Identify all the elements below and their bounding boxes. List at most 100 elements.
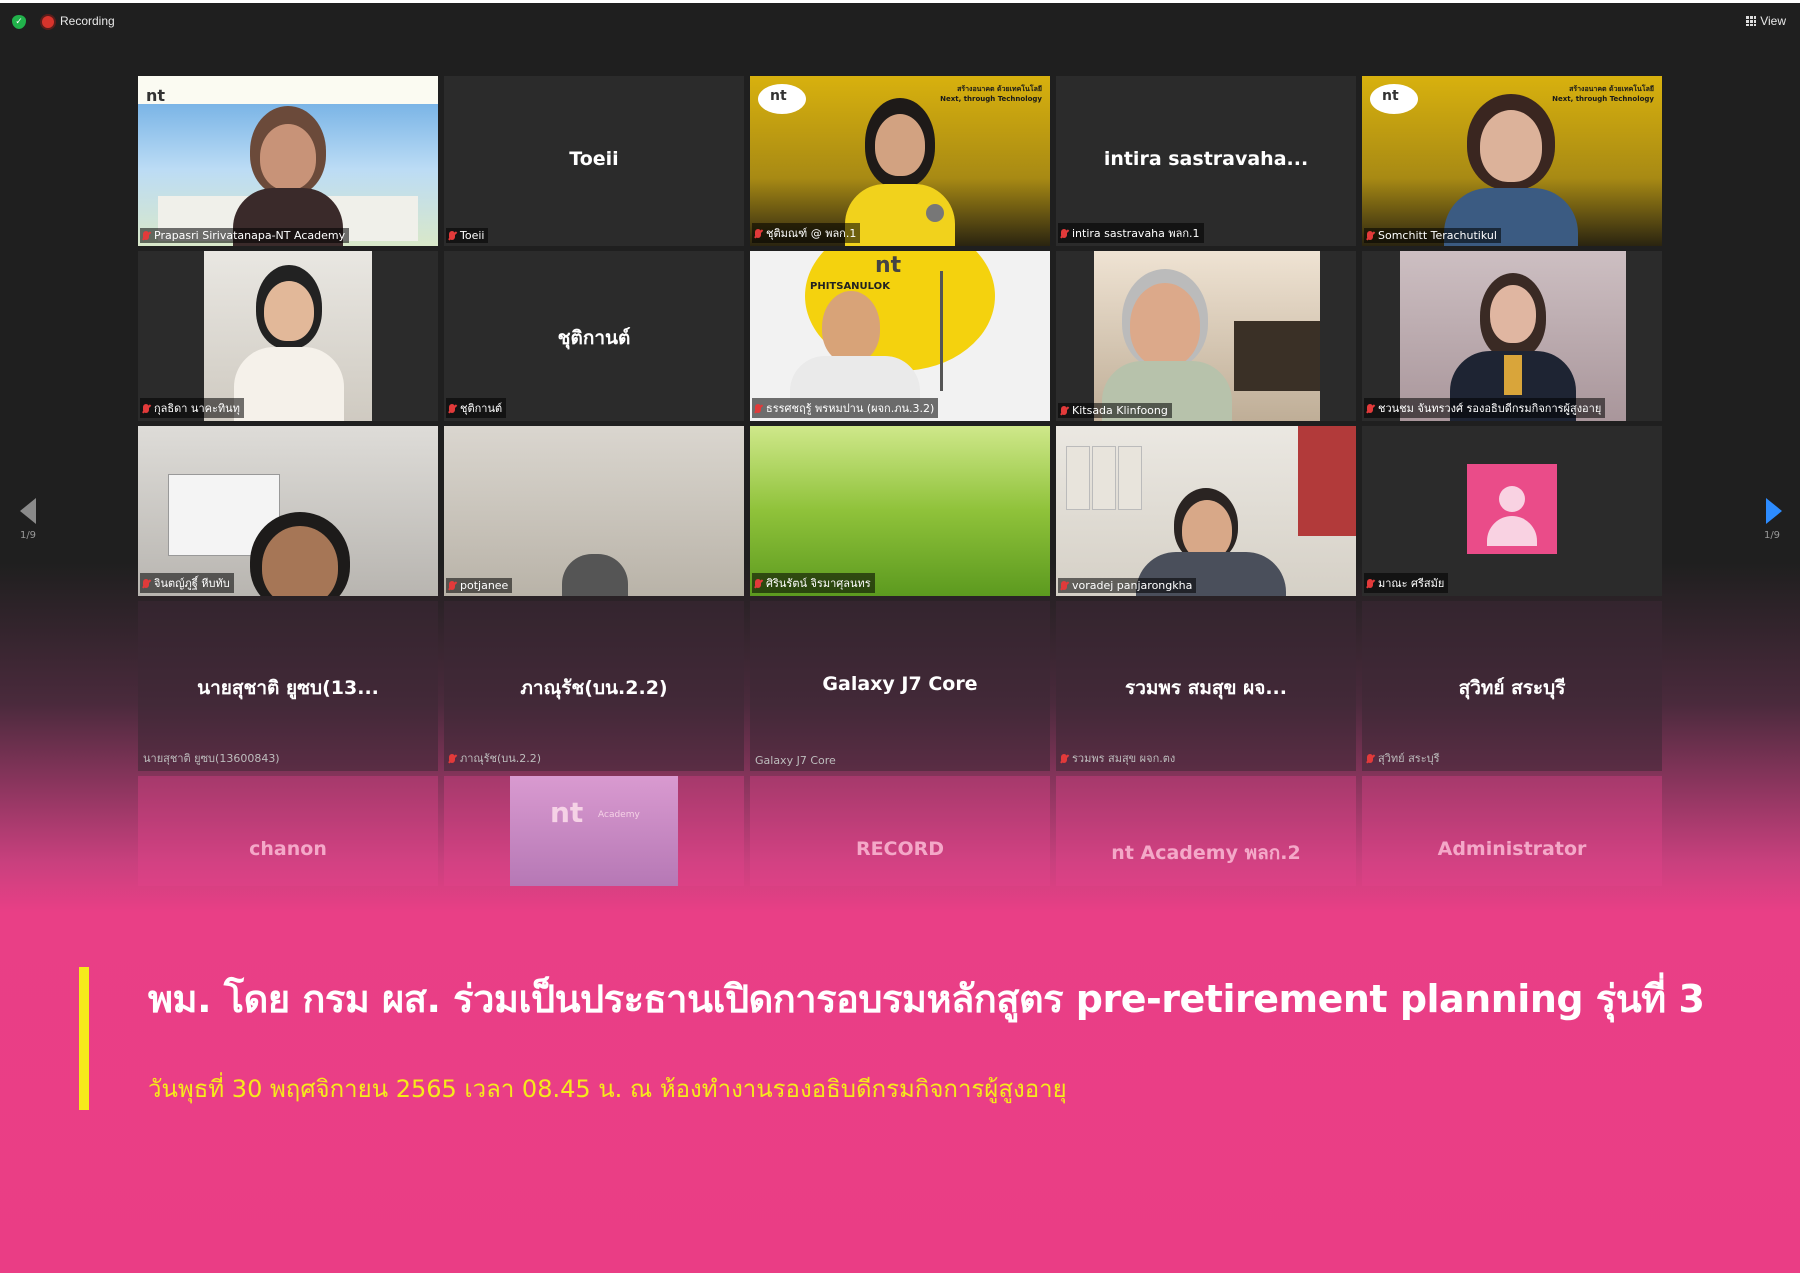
mic-muted-icon bbox=[143, 404, 149, 413]
arrow-right-icon bbox=[1766, 498, 1782, 524]
participant-display-name: chanon bbox=[249, 838, 327, 860]
participant-name-label: voradej panjarongkha bbox=[1058, 578, 1197, 593]
page-indicator-right: 1/9 bbox=[1763, 530, 1781, 541]
participant-name-label: Galaxy J7 Core bbox=[755, 754, 836, 767]
participant-display-name: นายสุชาติ ยูซบ(13... bbox=[197, 677, 379, 699]
participant-tile[interactable]: ศิรินรัตน์ จิรมาศุลนทร bbox=[750, 426, 1050, 596]
mic-muted-icon bbox=[1367, 404, 1373, 413]
participant-tile[interactable]: nt สร้างอนาคต ด้วยเทคโนโลยี Next, throug… bbox=[1362, 76, 1662, 246]
participant-name-label: Toeii bbox=[446, 228, 489, 243]
nt-logo: nt bbox=[550, 796, 584, 829]
participant-name-label: จินตญ์ภูฐี์ หีบทับ bbox=[140, 573, 234, 593]
participant-tile[interactable]: potjanee bbox=[444, 426, 744, 596]
participant-video: nt สร้างอนาคต ด้วยเทคโนโลยี Next, throug… bbox=[1362, 76, 1662, 246]
participant-tile[interactable]: nt Academy พลก.2 bbox=[1056, 776, 1356, 886]
participant-name-label: กุลธิดา นาคะทินทุ bbox=[140, 398, 244, 418]
participant-video bbox=[1400, 251, 1626, 421]
mic-muted-icon bbox=[1367, 754, 1373, 763]
participant-tile[interactable]: จินตญ์ภูฐี์ หีบทับ bbox=[138, 426, 438, 596]
grid-view-icon bbox=[1746, 16, 1757, 26]
participant-video: nt PHITSANULOK bbox=[750, 251, 1050, 421]
participant-name-label: ภาณุรัช(บน.2.2) bbox=[446, 748, 545, 768]
accent-bar bbox=[79, 967, 89, 1110]
page-indicator-left: 1/9 bbox=[19, 530, 37, 541]
participant-name-label: ชวนชม จันทรวงศ์ รองอธิบดีกรมกิจการผู้สูง… bbox=[1364, 398, 1606, 418]
next-page-button[interactable]: 1/9 bbox=[1752, 498, 1792, 548]
participant-display-name: Toeii bbox=[569, 148, 619, 170]
participant-tile[interactable]: กุลธิดา นาคะทินทุ bbox=[138, 251, 438, 421]
mic-muted-icon bbox=[449, 581, 455, 590]
recording-indicator-icon[interactable] bbox=[42, 16, 54, 28]
participant-tile[interactable]: นายสุชาติ ยูซบ(13... นายสุชาติ ยูซบ(1360… bbox=[138, 601, 438, 771]
participant-tile[interactable]: สุวิทย์ สระบุรี สุวิทย์ สระบุรี bbox=[1362, 601, 1662, 771]
participant-name-label: Somchitt Terachutikul bbox=[1364, 228, 1501, 243]
participant-tile[interactable]: ชวนชม จันทรวงศ์ รองอธิบดีกรมกิจการผู้สูง… bbox=[1362, 251, 1662, 421]
mic-muted-icon bbox=[449, 404, 455, 413]
participant-display-name: RECORD bbox=[855, 838, 945, 860]
default-avatar-icon bbox=[1467, 464, 1557, 554]
participant-video bbox=[138, 426, 438, 596]
nt-tagline: สร้างอนาคต ด้วยเทคโนโลยี Next, through T… bbox=[1552, 85, 1654, 103]
nt-logo: nt bbox=[770, 88, 787, 104]
participant-tile[interactable]: nt Academy bbox=[444, 776, 744, 886]
participant-video bbox=[1094, 251, 1320, 421]
participant-name-label: intira sastravaha พลก.1 bbox=[1058, 223, 1204, 243]
participant-display-name: รวมพร สมสุข ผจ... bbox=[1125, 677, 1287, 699]
nt-logo: nt bbox=[875, 253, 902, 278]
mic-muted-icon bbox=[1061, 754, 1067, 763]
participant-tile[interactable]: voradej panjarongkha bbox=[1056, 426, 1356, 596]
nt-logo: nt bbox=[1382, 88, 1399, 104]
participant-display-name: ชุติกานต์ bbox=[557, 327, 631, 349]
participant-video bbox=[750, 426, 1050, 596]
view-button[interactable]: View bbox=[1746, 14, 1786, 28]
participant-video bbox=[204, 251, 372, 421]
participant-name-label: ชุติมณฑ์ @ พลก.1 bbox=[752, 223, 861, 243]
participant-name-label: potjanee bbox=[446, 578, 513, 593]
news-subline: วันพุธที่ 30 พฤศจิกายน 2565 เวลา 08.45 น… bbox=[148, 1075, 1067, 1103]
participant-tile[interactable]: nt Prapasri Sirivatanapa-NT Academy bbox=[138, 76, 438, 246]
participant-name-label: Kitsada Klinfoong bbox=[1058, 403, 1172, 418]
participant-name-label: นายสุชาติ ยูซบ(13600843) bbox=[143, 752, 280, 765]
mic-muted-icon bbox=[755, 229, 761, 238]
previous-page-button[interactable]: 1/9 bbox=[8, 498, 48, 548]
participant-name-label: มาณะ ศรีสมัย bbox=[1364, 573, 1449, 593]
participant-name-label: ธรรศชฤรู้ พรหมปาน (ผจก.ภน.3.2) bbox=[752, 398, 939, 418]
participant-video: nt Academy bbox=[510, 776, 678, 886]
news-headline: พม. โดย กรม ผส. ร่วมเป็นประธานเปิดการอบร… bbox=[148, 977, 1705, 1021]
mic-muted-icon bbox=[1061, 229, 1067, 238]
participant-tile[interactable]: Administrator bbox=[1362, 776, 1662, 886]
participant-display-name: Administrator bbox=[1437, 838, 1587, 860]
participant-display-name: สุวิทย์ สระบุรี bbox=[1458, 677, 1566, 699]
participant-tile[interactable]: Kitsada Klinfoong bbox=[1056, 251, 1356, 421]
academy-text: Academy bbox=[598, 810, 640, 820]
view-label: View bbox=[1760, 14, 1786, 28]
mic-muted-icon bbox=[449, 754, 455, 763]
mic-muted-icon bbox=[755, 404, 761, 413]
person bbox=[562, 554, 628, 596]
participant-tile[interactable]: รวมพร สมสุข ผจ... รวมพร สมสุข ผจก.ตง bbox=[1056, 601, 1356, 771]
participant-name-label: Prapasri Sirivatanapa-NT Academy bbox=[140, 228, 350, 243]
participant-video: nt สร้างอนาคต ด้วยเทคโนโลยี Next, throug… bbox=[750, 76, 1050, 246]
mic-muted-icon bbox=[1061, 581, 1067, 590]
participant-display-name: ภาณุรัช(บน.2.2) bbox=[520, 677, 668, 699]
participant-tile[interactable]: nt สร้างอนาคต ด้วยเทคโนโลยี Next, throug… bbox=[750, 76, 1050, 246]
participant-name-label: รวมพร สมสุข ผจก.ตง bbox=[1058, 748, 1179, 768]
participant-tile[interactable]: Galaxy J7 Core Galaxy J7 Core bbox=[750, 601, 1050, 771]
person bbox=[822, 291, 880, 363]
participant-tile[interactable]: intira sastravaha... intira sastravaha พ… bbox=[1056, 76, 1356, 246]
recording-label[interactable]: Recording bbox=[60, 14, 115, 28]
participant-display-name: Galaxy J7 Core bbox=[822, 673, 978, 695]
mic-muted-icon bbox=[449, 231, 455, 240]
participant-tile[interactable]: chanon bbox=[138, 776, 438, 886]
participant-tile[interactable]: ชุติกานต์ ชุติกานต์ bbox=[444, 251, 744, 421]
arrow-left-icon bbox=[20, 498, 36, 524]
participant-tile[interactable]: ภาณุรัช(บน.2.2) ภาณุรัช(บน.2.2) bbox=[444, 601, 744, 771]
participant-tile[interactable]: มาณะ ศรีสมัย bbox=[1362, 426, 1662, 596]
participant-tile[interactable]: Toeii Toeii bbox=[444, 76, 744, 246]
encryption-shield-icon[interactable]: ✓ bbox=[12, 15, 26, 29]
participant-name-label: สุวิทย์ สระบุรี bbox=[1364, 748, 1444, 768]
nt-tagline: สร้างอนาคต ด้วยเทคโนโลยี Next, through T… bbox=[940, 85, 1042, 103]
mic-muted-icon bbox=[143, 231, 149, 240]
participant-tile[interactable]: nt PHITSANULOK ธรรศชฤรู้ พรหมปาน (ผจก.ภน… bbox=[750, 251, 1050, 421]
participant-tile[interactable]: RECORD bbox=[750, 776, 1050, 886]
